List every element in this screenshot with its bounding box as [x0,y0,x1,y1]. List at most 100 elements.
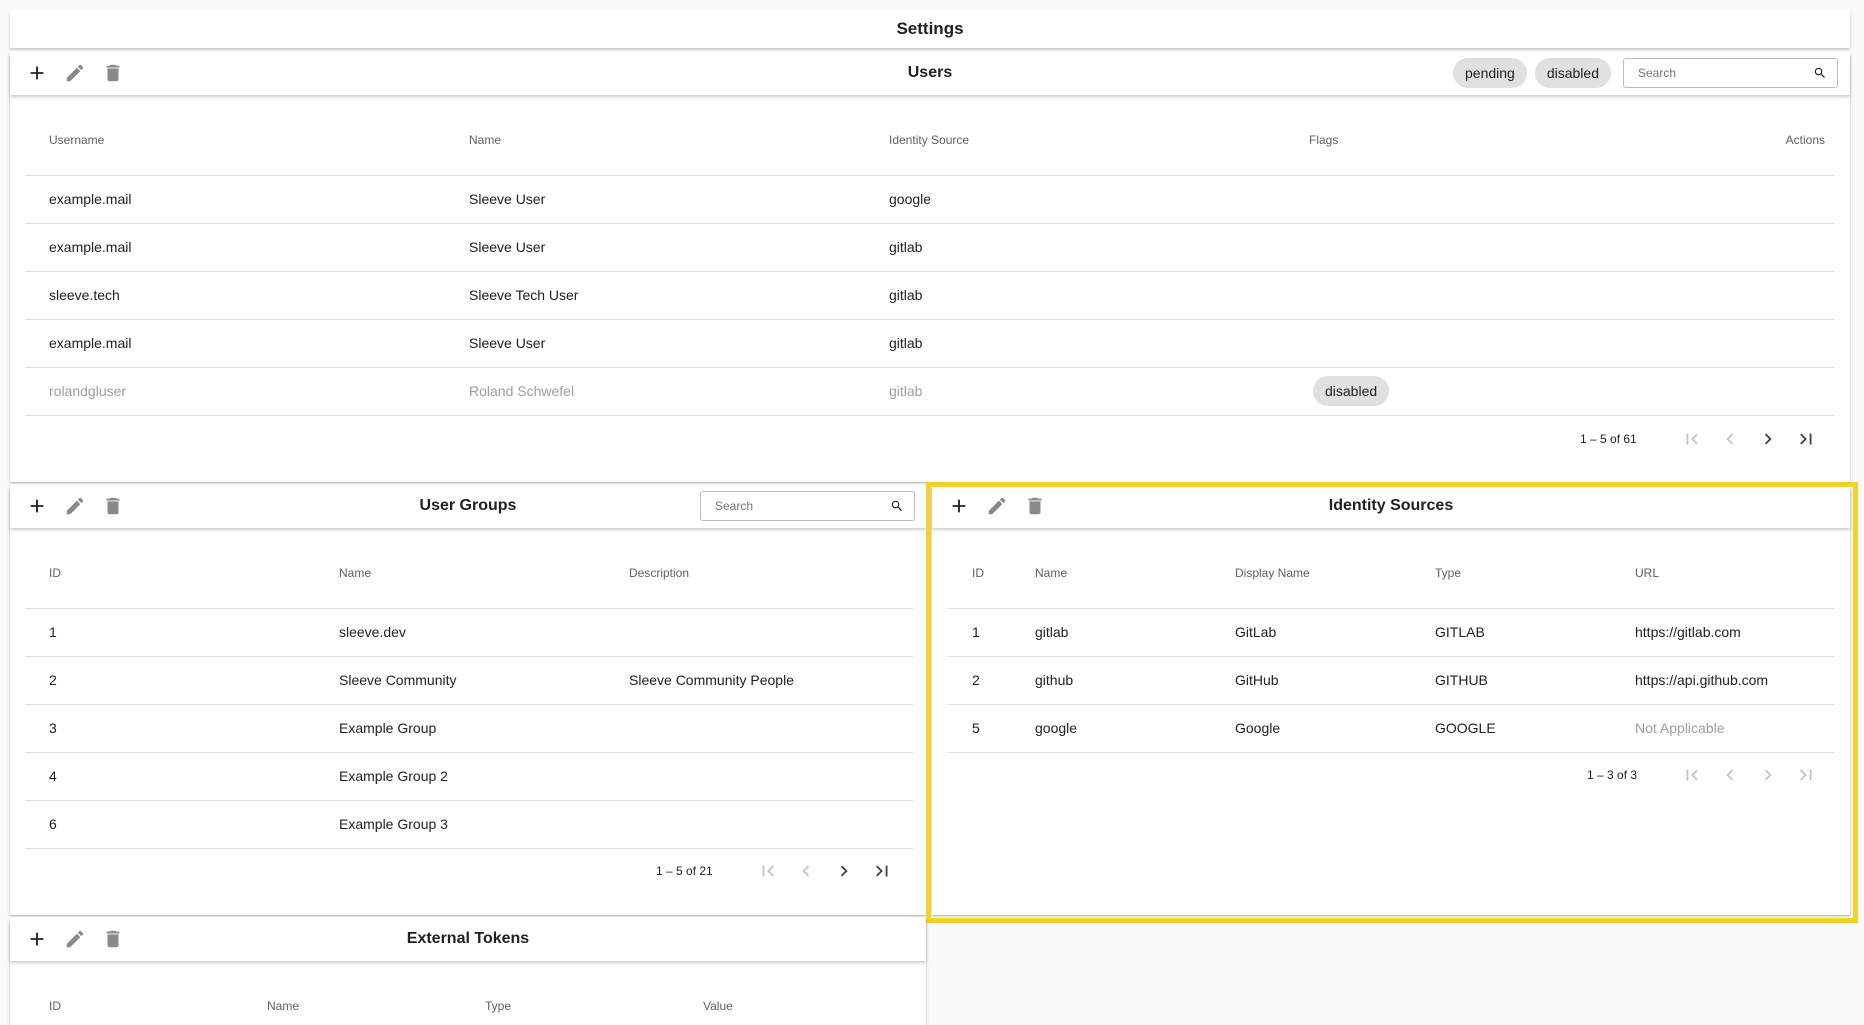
pencil-icon [66,497,84,515]
table-row[interactable]: 1 gitlab GitLab GITLAB https://gitlab.co… [948,608,1835,657]
first-page-button[interactable] [1673,756,1711,794]
delete-source-button[interactable] [1022,493,1048,519]
chevron-left-icon [1726,769,1734,781]
disabled-filter-chip[interactable]: disabled [1534,58,1611,88]
col-identity-source[interactable]: Identity Source [865,105,1285,176]
description-cell [605,704,913,753]
delete-token-button[interactable] [100,926,126,952]
id-cell: 2 [948,656,1011,705]
flags-cell [1285,271,1705,320]
actions-cell [1705,367,1835,416]
type-cell: GOOGLE [1411,704,1611,753]
chevron-left-icon [802,865,809,877]
description-cell: Sleeve Community People [605,656,913,705]
first-page-button[interactable] [1673,420,1711,458]
table-row[interactable]: sleeve.tech Sleeve Tech User gitlab [25,271,1835,320]
table-row[interactable]: rolandgluser Roland Schwefel gitlab disa… [25,367,1835,416]
user-groups-toolbar: User Groups Search [10,484,926,528]
display-name-cell: GitLab [1211,608,1411,657]
disabled-flag-chip: disabled [1313,376,1390,406]
table-row[interactable]: example.mail Sleeve User gitlab [25,223,1835,272]
last-page-icon [875,865,888,877]
col-url[interactable]: URL [1611,538,1835,609]
col-id[interactable]: ID [948,538,1011,609]
prev-page-button[interactable] [1711,420,1749,458]
trash-icon [106,64,120,82]
id-cell: 3 [25,704,315,753]
last-page-icon [1799,433,1812,445]
table-row[interactable]: 5 google Google GOOGLE Not Applicable [948,704,1835,753]
users-search-input[interactable]: Search [1623,58,1838,88]
id-cell: 2 [25,656,315,705]
col-type[interactable]: Type [1411,538,1611,609]
table-row[interactable]: example.mail Sleeve User gitlab [25,319,1835,368]
users-paginator: 1 – 5 of 61 [1580,420,1825,458]
edit-user-button[interactable] [62,60,88,86]
prev-page-button[interactable] [1711,756,1749,794]
plus-icon [30,932,44,946]
edit-group-button[interactable] [62,493,88,519]
source-cell: google [865,175,1285,224]
last-page-button[interactable] [1787,420,1825,458]
next-page-button[interactable] [1749,420,1787,458]
users-toolbar: Users pending disabled Search [10,51,1850,95]
col-name[interactable]: Name [243,971,461,1025]
flags-cell: disabled [1285,367,1705,416]
col-name[interactable]: Name [1011,538,1211,609]
groups-search-input[interactable]: Search [700,491,915,521]
chevron-left-icon [1726,433,1733,445]
first-page-button[interactable] [749,852,787,890]
pending-filter-chip[interactable]: pending [1453,58,1527,88]
col-name[interactable]: Name [315,538,605,609]
username-cell: example.mail [25,175,445,224]
users-range-label: 1 – 5 of 61 [1580,432,1637,446]
table-row[interactable]: 3 Example Group [25,704,913,753]
add-user-button[interactable] [24,60,50,86]
add-group-button[interactable] [24,493,50,519]
id-cell: 6 [25,800,315,849]
edit-source-button[interactable] [984,493,1010,519]
table-row[interactable]: 4 Example Group 2 [25,752,913,801]
table-row[interactable]: 1 sleeve.dev [25,608,913,657]
identity-sources-toolbar: Identity Sources [932,484,1850,528]
sources-paginator: 1 – 3 of 3 [1587,756,1825,794]
table-row[interactable]: example.mail Sleeve User google [25,175,1835,224]
next-page-button[interactable] [1749,756,1787,794]
trash-icon [106,497,120,515]
table-row[interactable]: 2 github GitHub GITHUB https://api.githu… [948,656,1835,705]
delete-user-button[interactable] [100,60,126,86]
external-tokens-table: ID Name Type Value [25,971,913,1025]
last-page-icon [1800,769,1812,781]
col-value[interactable]: Value [679,971,913,1025]
name-cell: Sleeve User [445,223,865,272]
plus-icon [30,499,44,513]
last-page-button[interactable] [1787,756,1825,794]
next-page-button[interactable] [825,852,863,890]
chevron-right-icon [1764,769,1772,781]
name-cell: Roland Schwefel [445,367,865,416]
col-name[interactable]: Name [445,105,865,176]
chevron-right-icon [1764,433,1772,445]
table-row[interactable]: 6 Example Group 3 [25,800,913,849]
col-username[interactable]: Username [25,105,445,176]
type-cell: GITLAB [1411,608,1611,657]
col-description[interactable]: Description [605,538,913,609]
col-id[interactable]: ID [25,538,315,609]
add-source-button[interactable] [946,493,972,519]
delete-group-button[interactable] [100,493,126,519]
last-page-button[interactable] [863,852,901,890]
prev-page-button[interactable] [787,852,825,890]
name-cell: Example Group 2 [315,752,605,801]
pencil-icon [66,64,84,82]
add-token-button[interactable] [24,926,50,952]
actions-cell [1705,319,1835,368]
col-display-name[interactable]: Display Name [1211,538,1411,609]
edit-token-button[interactable] [62,926,88,952]
col-id[interactable]: ID [25,971,243,1025]
username-cell: rolandgluser [25,367,445,416]
trash-icon [1028,497,1042,515]
table-row[interactable]: 2 Sleeve Community Sleeve Community Peop… [25,656,913,705]
plus-icon [30,66,44,80]
name-cell: github [1011,656,1211,705]
col-type[interactable]: Type [461,971,679,1025]
